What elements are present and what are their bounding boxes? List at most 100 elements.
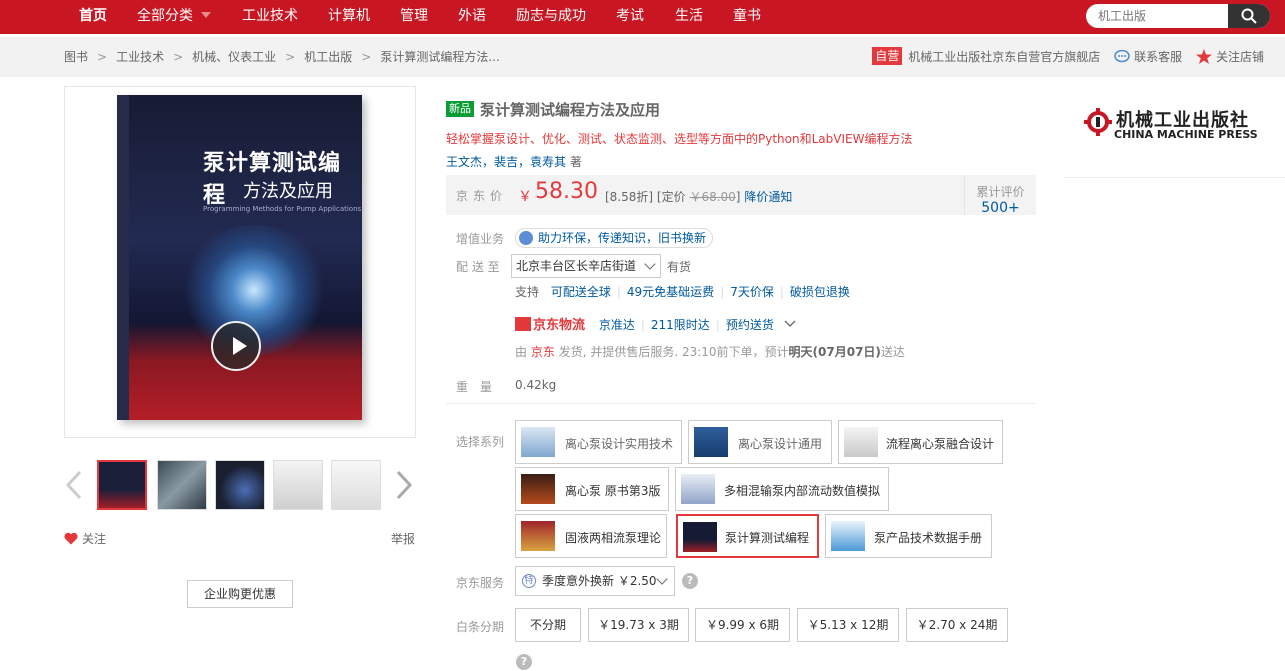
search-box bbox=[1086, 4, 1270, 28]
nav-management[interactable]: 管理 bbox=[400, 0, 428, 34]
series-option[interactable]: 离心泵 原书第3版 bbox=[515, 467, 669, 511]
thumbnail[interactable] bbox=[97, 460, 147, 510]
installment-option[interactable]: ￥5.13 x 12期 bbox=[797, 608, 899, 642]
ship-prefix: 由 bbox=[515, 345, 528, 359]
review-count-box[interactable]: 累计评价 500+ bbox=[964, 175, 1036, 216]
thumbnail[interactable] bbox=[273, 460, 323, 510]
search-input[interactable] bbox=[1086, 4, 1228, 28]
chevron-down-icon[interactable] bbox=[784, 320, 796, 328]
publisher-logo-box[interactable]: 机械工业出版社 CHINA MACHINE PRESS bbox=[1064, 86, 1285, 178]
search-button[interactable] bbox=[1228, 4, 1270, 28]
nav-home[interactable]: 首页 bbox=[79, 0, 107, 34]
ship-seller[interactable]: 京东 bbox=[531, 345, 555, 359]
nav-foreign-language[interactable]: 外语 bbox=[458, 0, 486, 34]
jd-logistics-brand: 京东物流 bbox=[533, 318, 586, 333]
thumbnail-strip bbox=[64, 458, 416, 514]
breadcrumb: 图书 > 工业技术 > 机械、仪表工业 > 机工出版 > 泵计算测试编程方法... bbox=[64, 37, 500, 77]
logistics-item[interactable]: 211限时达 bbox=[651, 318, 710, 332]
recycle-icon bbox=[519, 231, 533, 245]
help-icon[interactable]: ? bbox=[516, 654, 532, 670]
nav-inspiration[interactable]: 励志与成功 bbox=[516, 0, 586, 34]
ship-text: 发货, 并提供售后服务. 23:10前下单，预计 bbox=[558, 345, 789, 359]
series-option[interactable]: 流程离心泵融合设计 bbox=[838, 420, 1003, 464]
series-option[interactable]: 离心泵设计实用技术 bbox=[515, 420, 682, 464]
publisher-name-en: CHINA MACHINE PRESS bbox=[1114, 128, 1258, 141]
series-cover bbox=[844, 427, 878, 457]
contact-service-link[interactable]: 联系客服 bbox=[1134, 50, 1182, 64]
breadcrumb-item[interactable]: 图书 bbox=[64, 50, 88, 64]
support-item[interactable]: 49元免基础运费 bbox=[627, 285, 714, 299]
shop-name[interactable]: 机械工业出版社京东自营官方旗舰店 bbox=[908, 50, 1100, 64]
corporate-purchase-button[interactable]: 企业购更优惠 bbox=[187, 580, 293, 608]
support-item[interactable]: 7天价保 bbox=[730, 285, 774, 299]
breadcrumb-current: 泵计算测试编程方法... bbox=[380, 50, 500, 64]
thumbnail[interactable] bbox=[215, 460, 265, 510]
series-option-label: 固液两相流泵理论 bbox=[565, 531, 662, 545]
list-price-close: ] bbox=[735, 190, 741, 204]
series-cover bbox=[694, 427, 728, 457]
nav-computer[interactable]: 计算机 bbox=[328, 0, 370, 34]
chat-icon bbox=[1114, 50, 1130, 63]
installment-option[interactable]: 不分期 bbox=[515, 608, 581, 642]
author-links[interactable]: 王文杰，裴吉，袁寿其 bbox=[446, 155, 566, 169]
breadcrumb-separator: > bbox=[361, 50, 372, 64]
thumbnail[interactable] bbox=[157, 460, 207, 510]
review-label: 累计评价 bbox=[976, 185, 1025, 199]
thumbnail[interactable] bbox=[331, 460, 381, 510]
help-icon[interactable]: ? bbox=[682, 573, 698, 589]
support-label: 支持 bbox=[515, 285, 540, 299]
series-cover bbox=[521, 474, 555, 504]
jd-logistics-logo: 京东物流 bbox=[515, 314, 585, 333]
main-product-image[interactable]: 泵计算测试编程 方法及应用 Programming Methods for Pu… bbox=[64, 86, 416, 438]
logistics-item[interactable]: 预约送货 bbox=[726, 318, 774, 332]
breadcrumb-item[interactable]: 机械、仪表工业 bbox=[192, 50, 276, 64]
value-added-service[interactable]: 助力环保，传递知识，旧书换新 bbox=[515, 228, 714, 248]
address-selector[interactable]: 北京丰台区长辛店街道 bbox=[511, 254, 661, 278]
chevron-down-icon bbox=[644, 258, 656, 270]
nav-exam[interactable]: 考试 bbox=[616, 0, 644, 34]
series-option[interactable]: 离心泵设计通用 bbox=[688, 420, 832, 464]
breadcrumb-separator: > bbox=[173, 50, 184, 64]
play-video-button[interactable] bbox=[211, 321, 261, 371]
nav-life[interactable]: 生活 bbox=[675, 0, 703, 34]
support-item[interactable]: 可配送全球 bbox=[551, 285, 611, 299]
product-authors: 王文杰，裴吉，袁寿其 著 bbox=[446, 153, 582, 170]
price-notify-link[interactable]: 降价通知 bbox=[744, 190, 792, 204]
series-label: 选择系列 bbox=[456, 435, 505, 449]
currency-symbol: ￥ bbox=[518, 189, 532, 205]
cover-subtitle: Programming Methods for Pump Application… bbox=[203, 205, 362, 213]
series-option-label: 离心泵设计通用 bbox=[738, 437, 823, 451]
chevron-left-icon[interactable] bbox=[64, 470, 84, 500]
jd-service-label: 京东服务 bbox=[456, 576, 505, 590]
series-cover bbox=[521, 521, 555, 551]
nav-industrial-tech[interactable]: 工业技术 bbox=[242, 0, 298, 34]
nav-children[interactable]: 童书 bbox=[733, 0, 761, 34]
stock-status: 有货 bbox=[667, 260, 692, 274]
follow-shop-link[interactable]: 关注店铺 bbox=[1216, 50, 1264, 64]
report-link[interactable]: 举报 bbox=[391, 530, 415, 547]
installment-option[interactable]: ￥9.99 x 6期 bbox=[695, 608, 790, 642]
jd-service-selector[interactable]: 特季度意外换新 ￥2.50 bbox=[515, 566, 675, 596]
support-item[interactable]: 破损包退换 bbox=[790, 285, 850, 299]
special-service-icon: 特 bbox=[522, 574, 536, 588]
series-option[interactable]: 多相混输泵内部流动数值模拟 bbox=[675, 467, 889, 511]
nav-all-categories[interactable]: 全部分类 bbox=[137, 0, 211, 34]
jd-logistics-icon bbox=[515, 317, 531, 331]
series-option[interactable]: 泵产品技术数据手册 bbox=[825, 514, 992, 558]
installment-option[interactable]: ￥2.70 x 24期 bbox=[906, 608, 1008, 642]
breadcrumb-item[interactable]: 工业技术 bbox=[116, 50, 164, 64]
ship-suffix: 送达 bbox=[880, 345, 905, 359]
series-option[interactable]: 固液两相流泵理论 bbox=[515, 514, 667, 558]
weight-value: 0.42kg bbox=[515, 378, 557, 392]
series-option-selected[interactable]: 泵计算测试编程 bbox=[676, 514, 819, 558]
support-row: 支持 可配送全球 | 49元免基础运费 | 7天价保 | 破损包退换 bbox=[515, 283, 850, 300]
price-label: 京东价 bbox=[456, 189, 508, 203]
follow-product[interactable]: 关注 bbox=[64, 530, 106, 547]
logistics-item[interactable]: 京准达 bbox=[599, 318, 635, 332]
series-option-label: 离心泵 原书第3版 bbox=[565, 484, 661, 498]
installment-option[interactable]: ￥19.73 x 3期 bbox=[588, 608, 689, 642]
breadcrumb-item[interactable]: 机工出版 bbox=[304, 50, 352, 64]
cover-title-line2: 方法及应用 bbox=[243, 181, 333, 202]
chevron-right-icon[interactable] bbox=[394, 470, 414, 500]
delivery-label: 配 送 至 bbox=[456, 260, 500, 274]
